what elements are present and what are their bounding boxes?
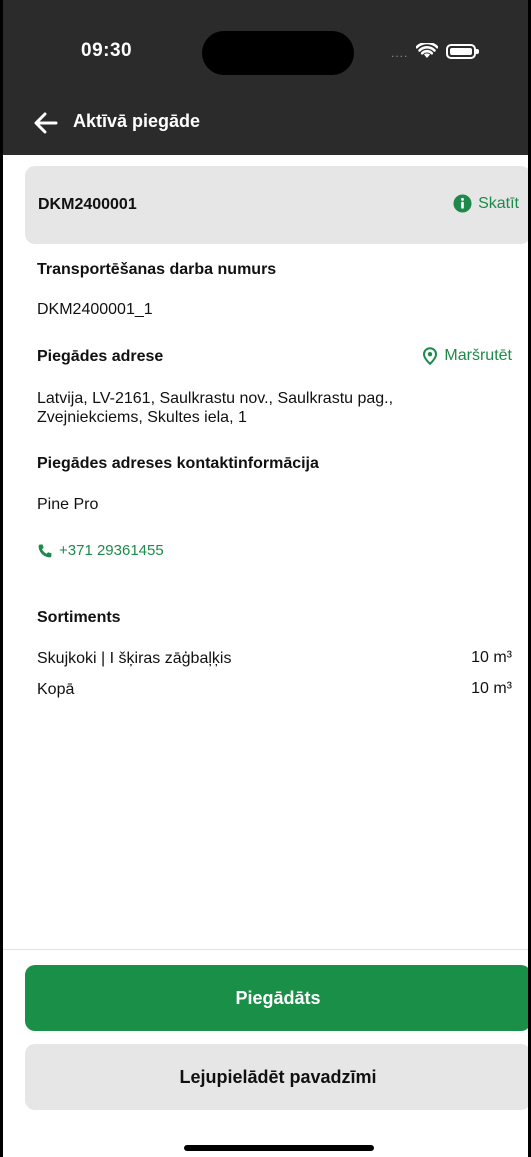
home-indicator xyxy=(184,1145,374,1151)
page-title: Aktīvā piegāde xyxy=(73,111,201,131)
delivered-button[interactable]: Piegādāts xyxy=(25,965,528,1031)
info-icon xyxy=(453,194,472,213)
phone-number: +371 29361455 xyxy=(59,542,164,559)
status-bar: 09:30 .... xyxy=(3,0,528,100)
address-label: Piegādes adrese xyxy=(37,348,164,365)
assortment-total-label: Kopā xyxy=(37,681,75,698)
assortment-row-amount: 10 m³ xyxy=(471,649,512,666)
navigation-bar: Aktīvā piegāde xyxy=(3,100,528,146)
job-number-label: Transportēšanas darba numurs xyxy=(37,261,277,278)
job-number-value: DKM2400001_1 xyxy=(37,301,153,318)
status-icons: .... xyxy=(391,40,480,62)
address-line-2: Zvejniekciems, Skultes iela, 1 xyxy=(37,409,247,426)
assortment-total-amount: 10 m³ xyxy=(471,680,512,697)
route-label: Maršrutēt xyxy=(444,347,512,364)
view-details-label: Skatīt xyxy=(478,194,519,212)
battery-icon xyxy=(446,43,480,59)
footer-divider xyxy=(3,949,528,950)
route-link[interactable]: Maršrutēt xyxy=(422,347,512,365)
wifi-icon xyxy=(416,43,439,58)
delivery-id: DKM2400001 xyxy=(38,196,137,213)
view-details-link[interactable]: Skatīt xyxy=(453,194,519,213)
contact-name: Pine Pro xyxy=(37,496,99,513)
assortment-row-name: Skujkoki | I šķiras zāģbaļķis xyxy=(37,650,232,667)
signal-icon: .... xyxy=(391,46,409,60)
download-waybill-button[interactable]: Lejupielādēt pavadzīmi xyxy=(25,1044,528,1110)
address-line-1: Latvija, LV-2161, Saulkrastu nov., Saulk… xyxy=(37,390,394,407)
status-time: 09:30 xyxy=(81,40,133,61)
location-pin-icon xyxy=(423,347,438,365)
top-bar: 09:30 .... Aktīvā piegāde xyxy=(3,0,528,155)
phone-link[interactable]: +371 29361455 xyxy=(37,542,164,559)
delivery-summary-card: DKM2400001 Skatīt xyxy=(25,166,528,244)
contact-label: Piegādes adreses kontaktinformācija xyxy=(37,455,319,472)
app-screen: 09:30 .... Aktīvā piegāde DKM2400001 Ska… xyxy=(0,0,531,1157)
phone-icon xyxy=(38,544,52,557)
arrow-left-icon[interactable] xyxy=(32,109,60,137)
dynamic-island xyxy=(202,31,354,75)
assortment-title: Sortiments xyxy=(37,609,121,626)
